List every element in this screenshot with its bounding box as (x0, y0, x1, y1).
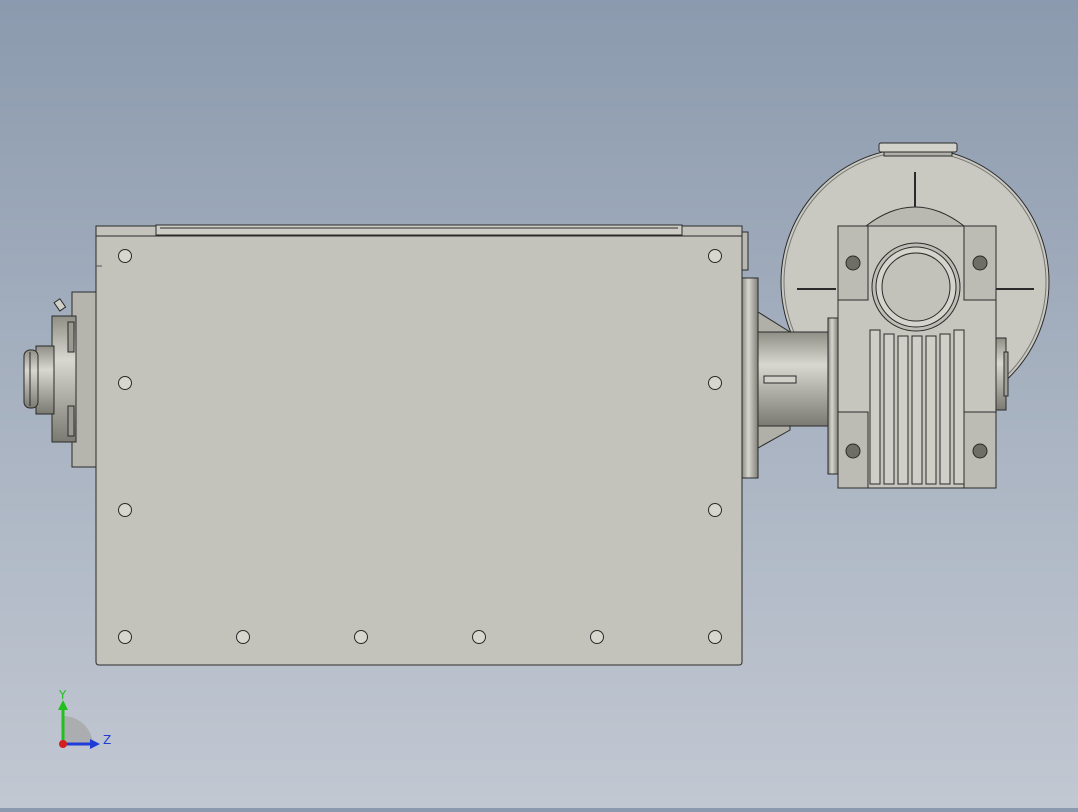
triad-plane-icon (63, 715, 93, 744)
orientation-triad[interactable]: Y Z (58, 688, 111, 749)
mounting-hole (354, 630, 368, 644)
mounting-hole (708, 503, 722, 517)
mounting-hole (118, 630, 132, 644)
x-axis-icon (59, 740, 67, 748)
mounting-hole (590, 630, 604, 644)
mounting-hole (708, 249, 722, 263)
cooling-fins (869, 329, 965, 485)
mounting-hole (708, 376, 722, 390)
left-bearing-housing[interactable] (23, 291, 99, 468)
grease-nipple-icon (53, 298, 67, 312)
worm-gearbox[interactable] (837, 206, 997, 489)
y-axis-label: Y (58, 688, 67, 702)
cad-viewport[interactable]: Y Z (0, 0, 1078, 808)
mounting-hole (118, 376, 132, 390)
mounting-hole (118, 249, 132, 263)
model-canvas[interactable]: Y Z (0, 0, 1078, 808)
mounting-hole (236, 630, 250, 644)
mounting-hole (708, 630, 722, 644)
mounting-hole (472, 630, 486, 644)
base-plate[interactable] (95, 224, 749, 666)
mounting-hole (118, 503, 132, 517)
z-axis-label: Z (103, 733, 111, 747)
output-bore (871, 242, 961, 332)
